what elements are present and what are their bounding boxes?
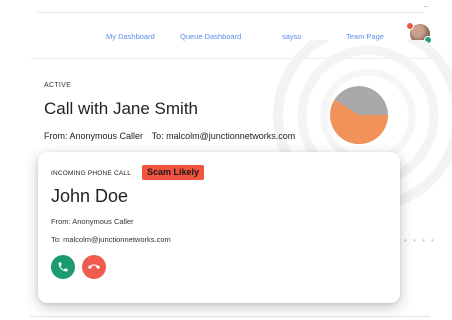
- top-edge-mark: [424, 6, 428, 7]
- nav-item-sayso[interactable]: sayso: [282, 32, 302, 41]
- top-divider: [38, 12, 424, 13]
- active-call-from: From: Anonymous Caller: [44, 131, 144, 141]
- active-call-to: To: malcolm@junctionnetworks.com: [151, 131, 296, 141]
- nav-divider: [30, 58, 430, 59]
- nav-item-my-dashboard[interactable]: My Dashboard: [106, 32, 155, 41]
- active-call-details: From: Anonymous Caller To: malcolm@junct…: [44, 131, 295, 141]
- scam-likely-badge: Scam Likely: [142, 165, 205, 180]
- call-status-label: ACTIVE: [44, 82, 72, 89]
- incoming-call-to: To: malcolm@junctionnetworks.com: [51, 235, 171, 244]
- online-status-icon: [424, 36, 432, 44]
- hang-up-icon: [88, 264, 100, 269]
- incoming-call-card: INCOMING PHONE CALL Scam Likely John Doe…: [38, 152, 400, 303]
- notification-badge: [406, 22, 414, 30]
- caller-name: John Doe: [51, 186, 129, 206]
- incoming-call-from: From: Anonymous Caller: [51, 217, 134, 226]
- nav-item-team-page[interactable]: Team Page: [346, 32, 384, 41]
- incoming-call-label: INCOMING PHONE CALL: [51, 170, 132, 177]
- bottom-divider: [30, 316, 430, 317]
- answer-call-button[interactable]: [51, 255, 75, 279]
- phone-icon: [58, 262, 68, 272]
- call-pie-icon: [330, 86, 388, 144]
- top-nav: My Dashboard Queue Dashboard sayso Team …: [0, 32, 452, 46]
- decline-call-button[interactable]: [82, 255, 106, 279]
- more-dots: • • • •: [404, 236, 436, 245]
- nav-item-queue-dashboard[interactable]: Queue Dashboard: [180, 32, 241, 41]
- active-call-title: Call with Jane Smith: [44, 99, 199, 118]
